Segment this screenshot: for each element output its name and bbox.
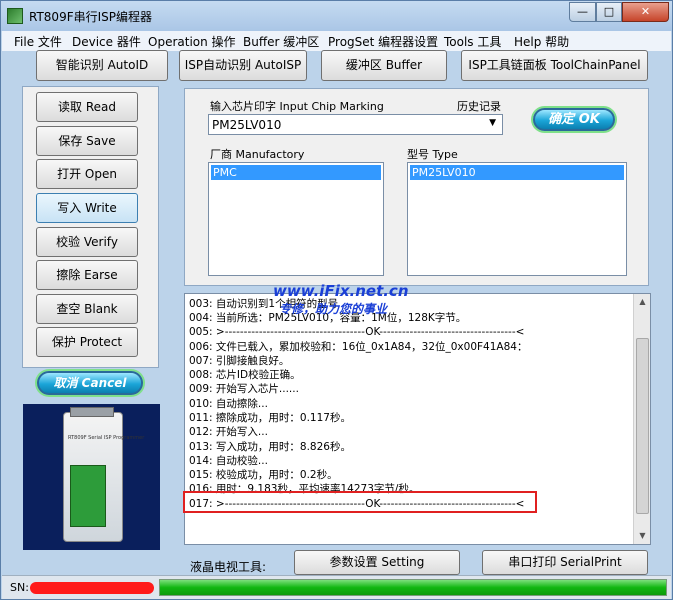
log-line: 005: >----------------------------------… xyxy=(189,326,525,338)
log-line: 012: 开始写入... xyxy=(189,426,268,438)
open-button[interactable]: 打开 Open xyxy=(36,159,138,189)
highlight-box xyxy=(183,491,537,513)
title-bar: RT809F串行ISP编程器 — □ ✕ xyxy=(1,1,672,31)
device-caption: RT809F Serial ISP Programmer xyxy=(68,435,145,441)
verify-button[interactable]: 校验 Verify xyxy=(36,227,138,257)
scroll-thumb[interactable] xyxy=(636,338,649,514)
manufactory-label: 厂商 Manufactory xyxy=(210,148,305,161)
manufactory-selected-item[interactable]: PMC xyxy=(211,165,381,180)
menu-file[interactable]: File 文件 xyxy=(14,33,62,50)
auto-id-button[interactable]: 智能识别 AutoID xyxy=(36,50,168,81)
menu-bar: File 文件 Device 器件 Operation 操作 Buffer 缓冲… xyxy=(2,31,671,51)
minimize-button[interactable]: — xyxy=(569,2,596,22)
serial-print-button[interactable]: 串口打印 SerialPrint xyxy=(482,550,648,575)
log-line: 015: 校验成功，用时：0.2秒。 xyxy=(189,469,338,481)
blank-button[interactable]: 查空 Blank xyxy=(36,294,138,324)
history-label: 历史记录 xyxy=(457,100,501,113)
log-line: 007: 引脚接触良好。 xyxy=(189,355,290,367)
scroll-up-icon[interactable]: ▲ xyxy=(635,294,650,310)
setting-button[interactable]: 参数设置 Setting xyxy=(294,550,460,575)
progress-bar xyxy=(159,579,667,596)
buffer-button[interactable]: 缓冲区 Buffer xyxy=(321,50,447,81)
progress-fill xyxy=(160,580,666,595)
usb-connector xyxy=(70,407,114,417)
app-icon xyxy=(7,8,23,24)
lcd-tools-label: 液晶电视工具: xyxy=(190,560,267,574)
log-line: 008: 芯片ID校验正确。 xyxy=(189,369,301,381)
zif-socket xyxy=(70,465,106,527)
log-line: 013: 写入成功，用时：8.826秒。 xyxy=(189,441,351,453)
toolchain-panel-button[interactable]: ISP工具链面板 ToolChainPanel xyxy=(461,50,648,81)
erase-button[interactable]: 擦除 Earse xyxy=(36,260,138,290)
watermark-url: www.iFix.net.cn xyxy=(273,282,409,300)
chip-marking-combo[interactable]: PM25LV010 ▼ xyxy=(208,114,503,135)
menu-buffer[interactable]: Buffer 缓冲区 xyxy=(243,33,319,50)
status-bar: SN: xyxy=(2,575,671,599)
log-line: 009: 开始写入芯片...... xyxy=(189,383,299,395)
write-button[interactable]: 写入 Write xyxy=(36,193,138,223)
programmer-device: RT809F Serial ISP Programmer xyxy=(63,407,144,542)
menu-tools[interactable]: Tools 工具 xyxy=(444,33,501,50)
maximize-button[interactable]: □ xyxy=(596,2,622,22)
chip-marking-value: PM25LV010 xyxy=(212,118,282,132)
menu-progset[interactable]: ProgSet 编程器设置 xyxy=(328,33,438,50)
window-title: RT809F串行ISP编程器 xyxy=(29,10,152,24)
serial-number-redaction xyxy=(30,582,154,594)
menu-help[interactable]: Help 帮助 xyxy=(514,33,569,50)
save-button[interactable]: 保存 Save xyxy=(36,126,138,156)
scroll-down-icon[interactable]: ▼ xyxy=(635,528,650,544)
read-button[interactable]: 读取 Read xyxy=(36,92,138,122)
type-list[interactable]: PM25LV010 xyxy=(407,162,627,276)
ok-button[interactable]: 确定 OK xyxy=(533,108,615,131)
log-line: 014: 自动校验... xyxy=(189,455,268,467)
log-line: 010: 自动擦除... xyxy=(189,398,268,410)
dropdown-arrow-icon[interactable]: ▼ xyxy=(489,118,496,128)
protect-button[interactable]: 保护 Protect xyxy=(36,327,138,357)
log-line: 006: 文件已载入，累加校验和：16位_0x1A84，32位_0x00F41A… xyxy=(189,341,528,353)
chip-marking-label: 输入芯片印字 Input Chip Marking xyxy=(210,100,384,113)
auto-isp-button[interactable]: ISP自动识别 AutoISP xyxy=(179,50,307,81)
manufactory-list[interactable]: PMC xyxy=(208,162,384,276)
log-scrollbar[interactable]: ▲ ▼ xyxy=(633,294,650,544)
cancel-button[interactable]: 取消 Cancel xyxy=(37,371,143,395)
type-label: 型号 Type xyxy=(407,148,458,161)
close-button[interactable]: ✕ xyxy=(622,2,669,22)
app-window: RT809F串行ISP编程器 — □ ✕ File 文件 Device 器件 O… xyxy=(0,0,673,600)
log-line: 011: 擦除成功，用时：0.117秒。 xyxy=(189,412,351,424)
programmer-photo: RT809F Serial ISP Programmer xyxy=(23,404,160,550)
menu-device[interactable]: Device 器件 xyxy=(72,33,141,50)
menu-operation[interactable]: Operation 操作 xyxy=(148,33,236,50)
type-selected-item[interactable]: PM25LV010 xyxy=(410,165,624,180)
watermark-slogan: 专修，助力您的事业 xyxy=(279,302,388,316)
sn-label: SN: xyxy=(10,581,29,594)
